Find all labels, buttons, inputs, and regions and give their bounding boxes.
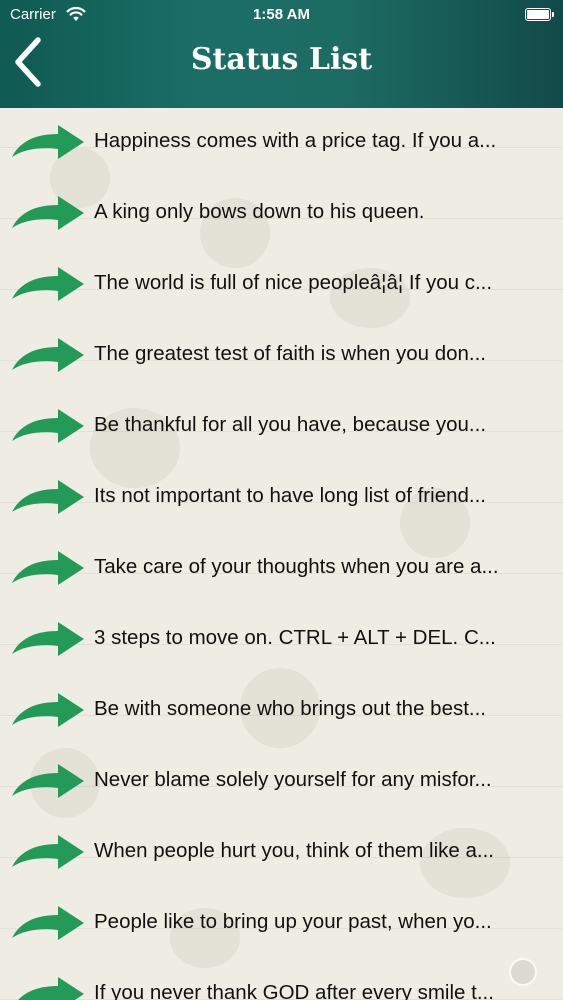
status-list-item[interactable]: 3 steps to move on. CTRL + ALT + DEL. C.… — [0, 604, 563, 675]
status-text: The world is full of nice peopleâ¦â¦ If … — [94, 271, 493, 294]
curved-arrow-right-icon — [10, 762, 86, 800]
curved-arrow-right-icon — [10, 620, 86, 658]
status-text: When people hurt you, think of them like… — [94, 839, 494, 862]
curved-arrow-right-icon — [10, 265, 86, 303]
clock-label: 1:58 AM — [253, 6, 310, 23]
curved-arrow-right-icon — [10, 549, 86, 587]
status-list-item[interactable]: The world is full of nice peopleâ¦â¦ If … — [0, 249, 563, 320]
status-list-item[interactable]: When people hurt you, think of them like… — [0, 817, 563, 888]
curved-arrow-right-icon — [10, 336, 86, 374]
status-list-item[interactable]: Its not important to have long list of f… — [0, 462, 563, 533]
status-bar: Carrier 1:58 AM — [0, 0, 563, 30]
navigation-header: Carrier 1:58 AM Status List — [0, 0, 563, 108]
status-text: If you never thank GOD after every smile… — [94, 981, 494, 1000]
status-list-item[interactable]: Be thankful for all you have, because yo… — [0, 391, 563, 462]
status-text: Be thankful for all you have, because yo… — [94, 413, 487, 436]
status-list-item[interactable]: Never blame solely yourself for any misf… — [0, 746, 563, 817]
curved-arrow-right-icon — [10, 194, 86, 232]
status-text: A king only bows down to his queen. — [94, 200, 425, 223]
status-list-item[interactable]: People like to bring up your past, when … — [0, 888, 563, 959]
status-text: 3 steps to move on. CTRL + ALT + DEL. C.… — [94, 626, 496, 649]
assistive-touch-button[interactable] — [509, 958, 537, 986]
status-list-item[interactable]: Be with someone who brings out the best.… — [0, 675, 563, 746]
curved-arrow-right-icon — [10, 407, 86, 445]
status-text: Its not important to have long list of f… — [94, 484, 486, 507]
curved-arrow-right-icon — [10, 975, 86, 1000]
status-list[interactable]: Happiness comes with a price tag. If you… — [0, 108, 563, 1000]
curved-arrow-right-icon — [10, 904, 86, 942]
status-list-item[interactable]: Happiness comes with a price tag. If you… — [0, 108, 563, 178]
curved-arrow-right-icon — [10, 691, 86, 729]
status-text: Happiness comes with a price tag. If you… — [94, 129, 497, 152]
curved-arrow-right-icon — [10, 833, 86, 871]
status-list-item[interactable]: If you never thank GOD after every smile… — [0, 959, 563, 1000]
page-title: Status List — [190, 42, 373, 77]
status-text: The greatest test of faith is when you d… — [94, 342, 487, 365]
curved-arrow-right-icon — [10, 478, 86, 516]
status-text: People like to bring up your past, when … — [94, 910, 492, 933]
battery-icon — [525, 8, 554, 21]
status-list-item[interactable]: Take care of your thoughts when you are … — [0, 533, 563, 604]
curved-arrow-right-icon — [10, 123, 86, 161]
status-list-item[interactable]: The greatest test of faith is when you d… — [0, 320, 563, 391]
status-text: Be with someone who brings out the best.… — [94, 697, 487, 720]
status-text: Take care of your thoughts when you are … — [94, 555, 499, 578]
status-list-item[interactable]: A king only bows down to his queen. — [0, 178, 563, 249]
status-text: Never blame solely yourself for any misf… — [94, 768, 492, 791]
